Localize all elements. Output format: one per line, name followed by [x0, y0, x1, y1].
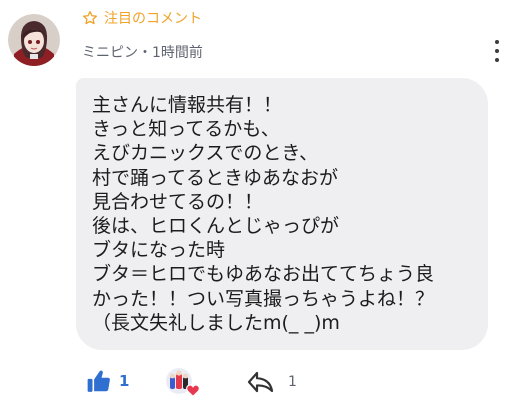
featured-label-text: 注目のコメント — [104, 11, 202, 27]
more-options-button[interactable] — [490, 40, 504, 62]
star-outline-icon — [83, 11, 97, 25]
liked-by[interactable] — [166, 366, 206, 402]
reply-button[interactable]: 1 — [246, 370, 297, 394]
heart-icon — [186, 384, 200, 397]
reply-arrow-icon — [247, 371, 274, 393]
comment-actions: 1 1 — [0, 366, 512, 406]
like-button[interactable]: 1 — [86, 368, 129, 394]
comment-card: 注目のコメント ミニピン・1時間前 主さんに情報共有！！ きっと知ってるかも、 … — [0, 0, 512, 415]
like-count: 1 — [119, 372, 130, 390]
comment-meta: ミニピン・1時間前 — [82, 45, 203, 61]
thumbs-up-icon — [87, 370, 110, 392]
avatar-image — [8, 14, 60, 66]
avatar[interactable] — [8, 14, 60, 66]
more-vertical-icon — [495, 40, 499, 44]
featured-comment-label: 注目のコメント — [82, 8, 202, 28]
comment-body: 主さんに情報共有！！ きっと知ってるかも、 えびカニックスでのとき、 村で踊って… — [92, 94, 435, 334]
reply-count: 1 — [288, 374, 297, 390]
